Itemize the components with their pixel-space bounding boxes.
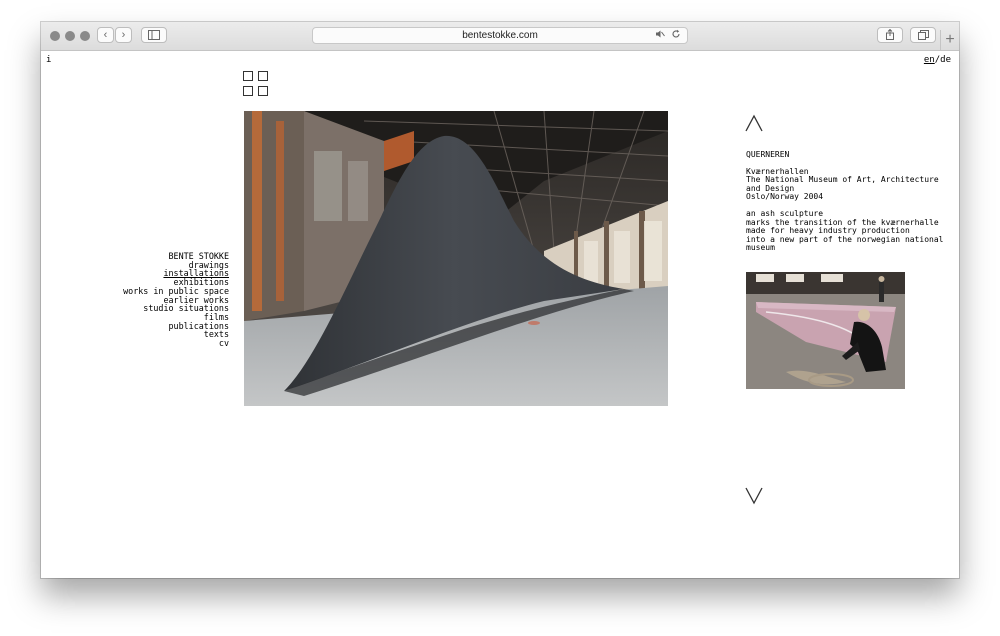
back-button[interactable]: ‹ bbox=[97, 27, 114, 43]
next-arrow-icon[interactable] bbox=[745, 487, 763, 505]
description-line: into a new part of the norwegian nationa… bbox=[746, 234, 944, 244]
previous-arrow-icon[interactable] bbox=[745, 114, 763, 132]
nav-item-texts[interactable]: texts bbox=[123, 330, 229, 339]
new-tab-button[interactable]: + bbox=[940, 30, 959, 50]
zoom-window-button[interactable] bbox=[80, 31, 90, 41]
language-switcher: en/de bbox=[924, 55, 951, 65]
page-content: i en/de BENTE STOKKE drawings installatio… bbox=[41, 51, 959, 578]
reload-icon[interactable] bbox=[671, 29, 681, 44]
address-bar[interactable]: bentestokke.com bbox=[312, 27, 688, 44]
url-text: bentestokke.com bbox=[462, 30, 538, 41]
main-navigation: BENTE STOKKE drawings installations exhibi… bbox=[123, 252, 229, 348]
show-tabs-button[interactable] bbox=[910, 27, 936, 43]
nav-item-cv[interactable]: cv bbox=[123, 339, 229, 348]
work-title: QUERNEREN bbox=[746, 150, 790, 159]
share-button[interactable] bbox=[877, 27, 903, 43]
info-link[interactable]: i bbox=[46, 55, 51, 65]
detail-thumbnail[interactable] bbox=[746, 272, 905, 389]
browser-toolbar: ‹ › bentestokke.com + bbox=[41, 22, 959, 51]
browser-window: ‹ › bentestokke.com + i en/de BENTE STOK… bbox=[41, 22, 959, 578]
share-icon bbox=[886, 28, 894, 40]
lang-de-link[interactable]: de bbox=[940, 55, 951, 65]
work-description: QUERNEREN Kværnerhallen The National Mus… bbox=[746, 150, 946, 253]
installation-photo bbox=[244, 111, 668, 406]
main-artwork-image[interactable] bbox=[244, 111, 668, 406]
venue-line: Oslo/Norway 2004 bbox=[746, 192, 824, 202]
close-window-button[interactable] bbox=[50, 31, 60, 41]
minimize-window-button[interactable] bbox=[65, 31, 75, 41]
tabs-icon bbox=[917, 30, 929, 40]
plus-icon: + bbox=[945, 31, 955, 48]
mute-icon[interactable] bbox=[655, 29, 665, 44]
description-line: museum bbox=[746, 243, 775, 253]
chevron-left-icon: ‹ bbox=[103, 29, 108, 41]
sidebar-button[interactable] bbox=[141, 27, 167, 43]
chevron-right-icon: › bbox=[121, 29, 126, 41]
lang-en-link[interactable]: en bbox=[924, 55, 935, 65]
forward-button[interactable]: › bbox=[115, 27, 132, 43]
grid-view-icon[interactable] bbox=[243, 71, 271, 99]
sidebar-icon bbox=[148, 30, 160, 40]
detail-photo bbox=[746, 272, 905, 389]
